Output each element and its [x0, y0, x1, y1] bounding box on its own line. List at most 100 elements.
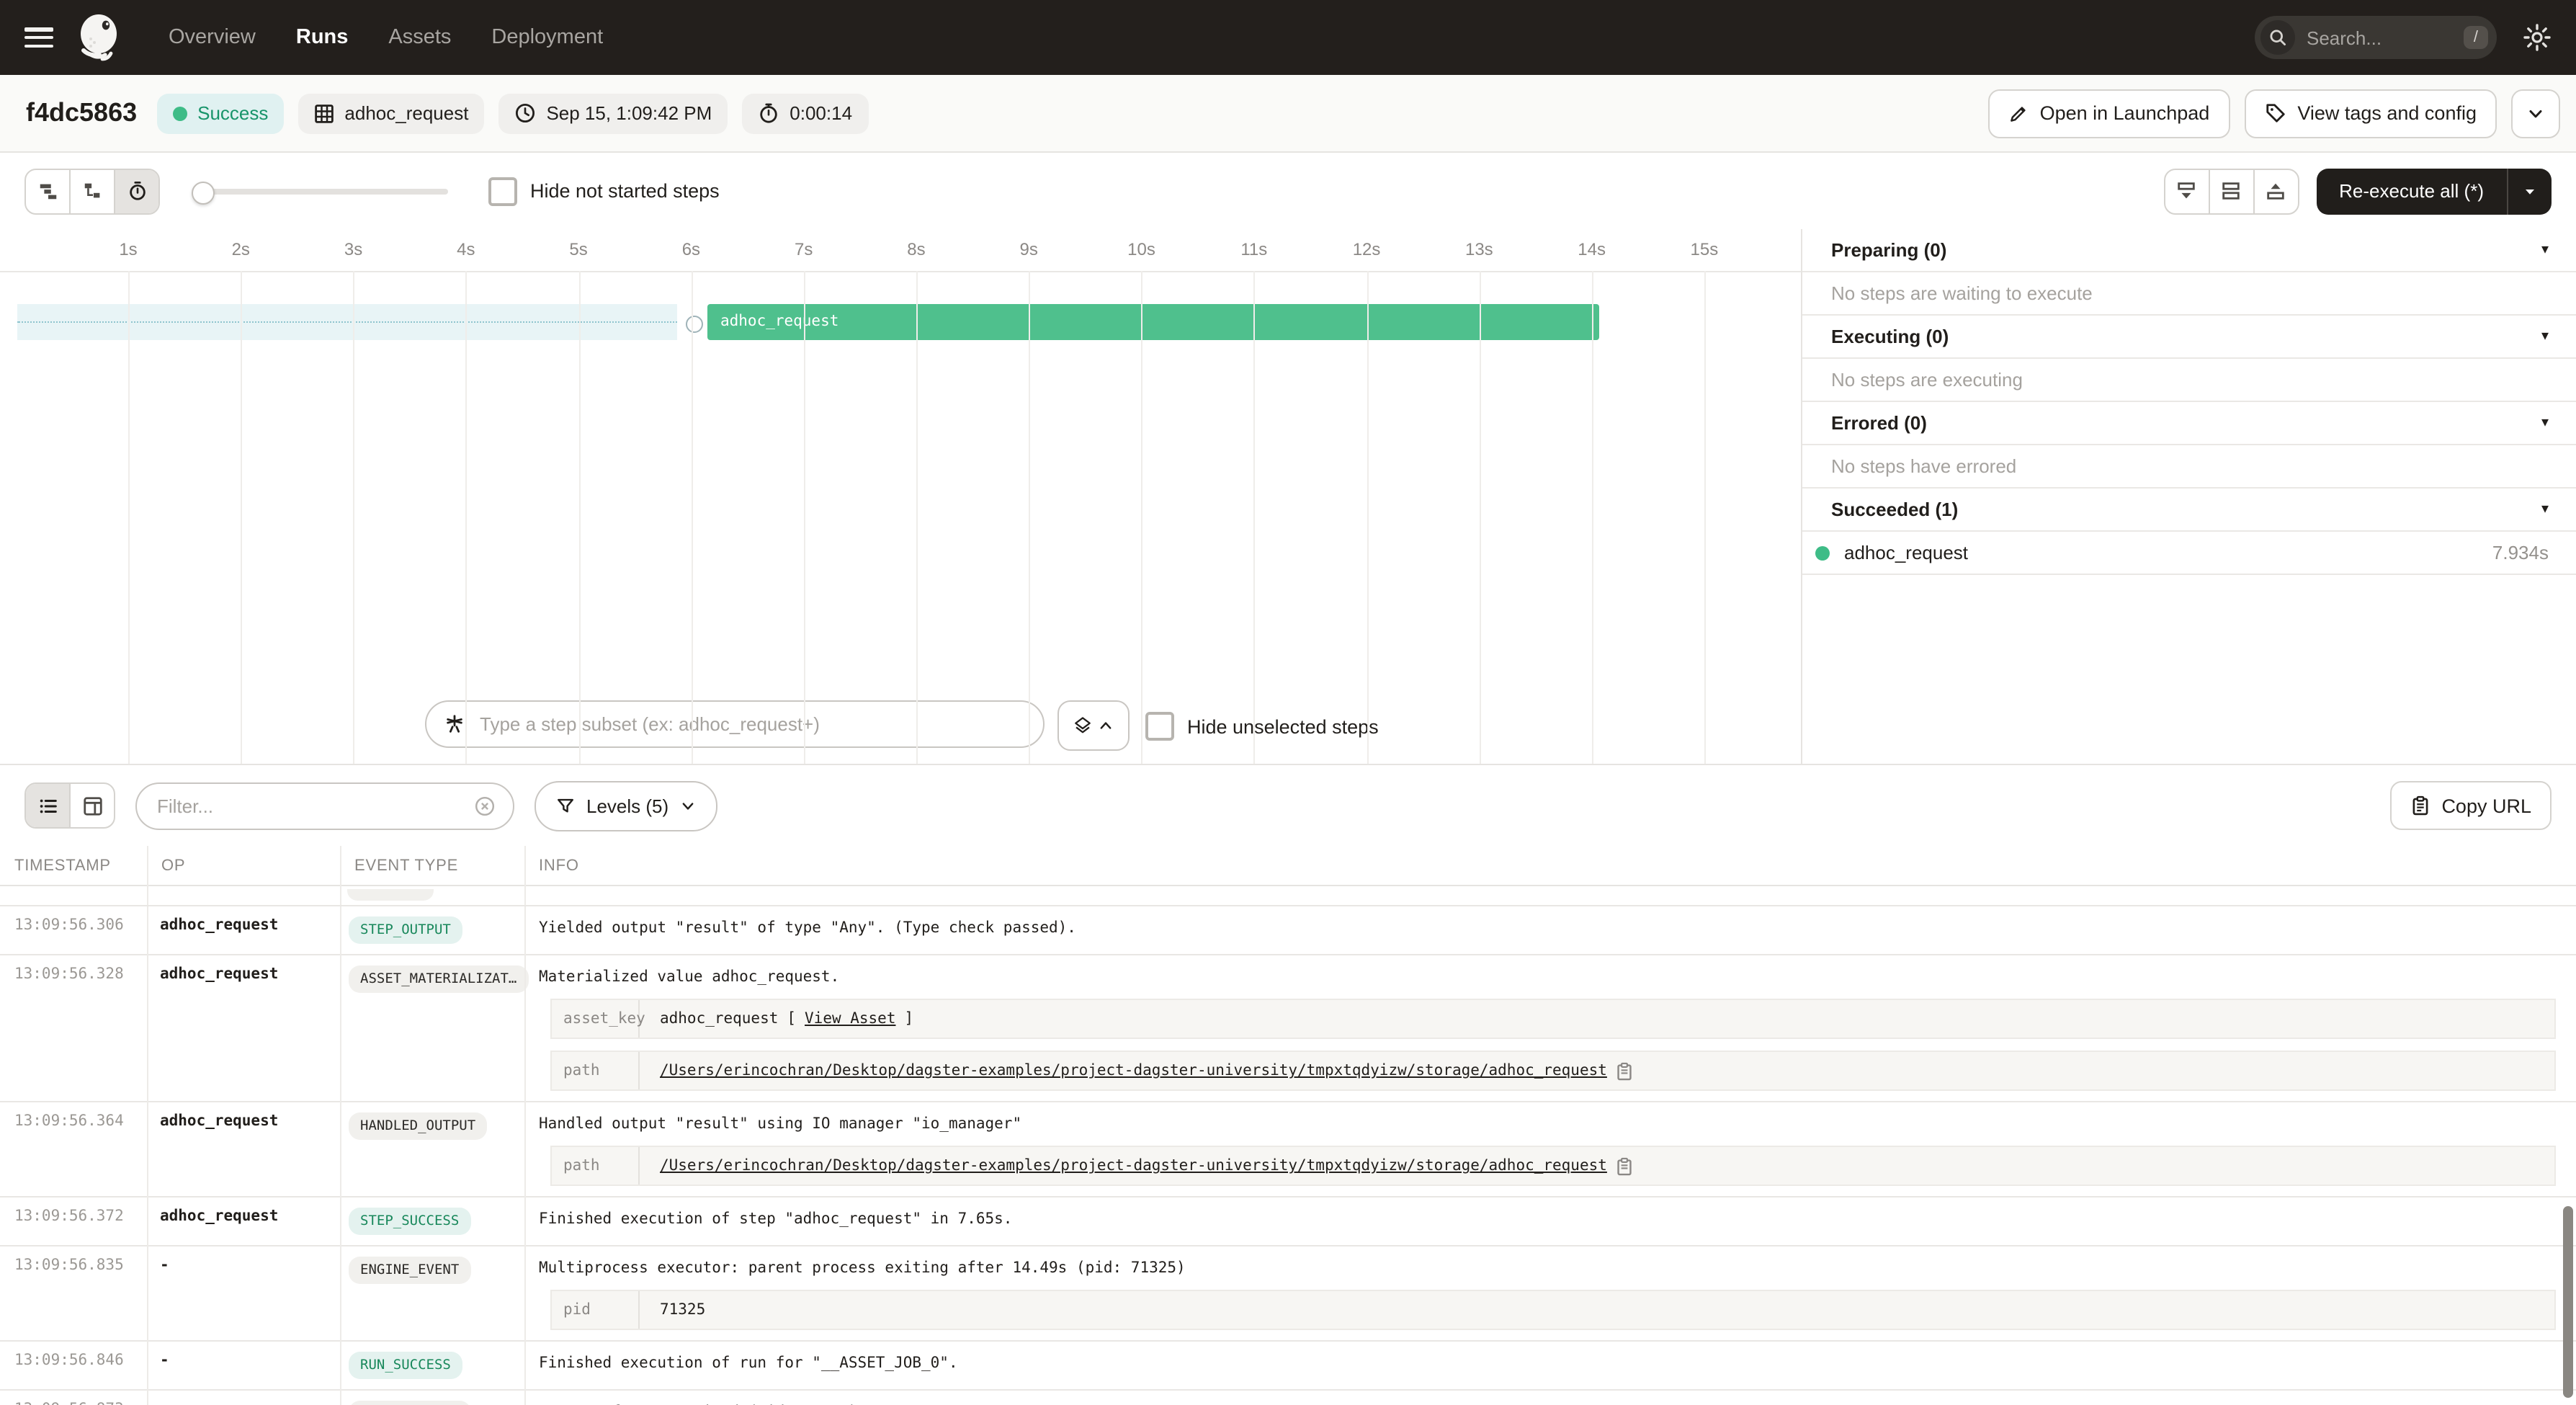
- log-toolbar: Levels (5) Copy URL: [0, 765, 2576, 846]
- copy-path-icon[interactable]: [1616, 1061, 1634, 1080]
- run-header: f4dc5863 Success adhoc_request Sep 15, 1…: [0, 75, 2576, 153]
- chevron-up-icon: [1098, 718, 1114, 733]
- step-status-panel: Preparing (0) ▾ No steps are waiting to ex…: [1801, 229, 2576, 764]
- log-event-type: ASSET_MATERIALIZAT…: [340, 955, 524, 1003]
- nav-item-runs[interactable]: Runs: [296, 26, 349, 49]
- metadata-value-text: adhoc_request: [660, 1010, 778, 1027]
- axis-tick-label: 6s: [682, 239, 700, 259]
- split-panels-button[interactable]: [2209, 169, 2254, 213]
- event-log-table: TIMESTAMPOPEVENT TYPEINFO 13:09:56.306ad…: [0, 846, 2576, 1405]
- step-subset-input-wrap[interactable]: [425, 700, 1045, 748]
- dagster-run-page: Overview Runs Assets Deployment /: [0, 0, 2576, 1405]
- search-input-wrap[interactable]: /: [2255, 16, 2497, 59]
- hide-unselected-checkbox[interactable]: Hide unselected steps: [1145, 712, 1379, 741]
- event-type-badge: STEP_SUCCESS: [349, 1208, 470, 1235]
- status-step-row[interactable]: adhoc_request7.934s: [1802, 532, 2576, 575]
- log-info-text: Finished execution of step "adhoc_reques…: [539, 1208, 2556, 1229]
- log-filter-wrap[interactable]: [135, 782, 514, 829]
- menu-icon[interactable]: [24, 27, 53, 48]
- step-selector-button[interactable]: [1057, 700, 1130, 751]
- levels-dropdown[interactable]: Levels (5): [535, 780, 717, 831]
- log-info: Materialized value adhoc_request.asset_k…: [524, 955, 2576, 1101]
- dagster-logo-icon[interactable]: [73, 12, 125, 63]
- log-op: adhoc_request: [147, 906, 340, 944]
- metadata-path-link[interactable]: /Users/erincochran/Desktop/dagster-examp…: [660, 1062, 1607, 1079]
- log-row: 13:09:56.372adhoc_requestSTEP_SUCCESSFin…: [0, 1197, 2576, 1246]
- axis-gridline: [1367, 271, 1368, 764]
- collapse-panel-up-button[interactable]: [2254, 169, 2297, 213]
- status-section-title: Succeeded (1): [1831, 499, 1958, 520]
- copy-url-button[interactable]: Copy URL: [2389, 781, 2552, 830]
- axis-gridline: [241, 271, 242, 764]
- log-filter-input[interactable]: [154, 793, 474, 818]
- view-tags-config-button[interactable]: View tags and config: [2244, 89, 2497, 138]
- start-time-pill: Sep 15, 1:09:42 PM: [498, 93, 728, 133]
- status-section-title: Executing (0): [1831, 326, 1949, 347]
- axis-gridline: [691, 271, 692, 764]
- gantt-chart: adhoc_request: [0, 229, 1801, 764]
- log-scrollbar-thumb[interactable]: [2563, 1206, 2573, 1398]
- job-pill[interactable]: adhoc_request: [298, 93, 484, 133]
- gantt-flat-view-button[interactable]: [26, 169, 71, 213]
- metadata-key: pid: [552, 1291, 640, 1329]
- status-section-header[interactable]: Executing (0)▾: [1802, 316, 2576, 359]
- step-subset-input[interactable]: [477, 712, 1026, 736]
- nav-item-overview[interactable]: Overview: [169, 26, 256, 49]
- status-dot: [173, 106, 187, 120]
- copy-path-icon[interactable]: [1616, 1156, 1634, 1175]
- gantt-section: adhoc_request: [0, 229, 2576, 765]
- log-timestamp: 13:09:56.372: [0, 1197, 147, 1235]
- nav-item-deployment[interactable]: Deployment: [491, 26, 603, 49]
- metadata-key: path: [552, 1052, 640, 1089]
- log-info: Process for run exited (pid: 71325).: [524, 1391, 2576, 1405]
- metadata-entry: path/Users/erincochran/Desktop/dagster-e…: [550, 1051, 2556, 1091]
- gear-icon[interactable]: [2523, 23, 2552, 52]
- column-divider: [524, 846, 526, 1405]
- gantt-step-bar[interactable]: adhoc_request: [707, 304, 1599, 340]
- clear-filter-icon[interactable]: [474, 795, 496, 816]
- log-info-text: Process for run exited (pid: 71325).: [539, 1401, 2556, 1405]
- axis-gridline: [1479, 271, 1480, 764]
- metadata-key: path: [552, 1147, 640, 1185]
- gantt-zoom-slider[interactable]: [192, 169, 448, 213]
- status-section-header[interactable]: Succeeded (1) ▾: [1802, 489, 2576, 532]
- view-asset-link[interactable]: View Asset: [805, 1010, 895, 1027]
- caret-down-icon: ▾: [2541, 501, 2549, 517]
- status-section-empty: No steps are waiting to execute: [1802, 272, 2576, 316]
- status-section-header[interactable]: Errored (0)▾: [1802, 402, 2576, 445]
- log-info-text: Handled output "result" using IO manager…: [539, 1112, 2556, 1134]
- status-section-header[interactable]: Preparing (0) ▾: [1802, 229, 2576, 272]
- collapse-panel-down-button[interactable]: [2165, 169, 2209, 213]
- log-row: 13:09:56.846-RUN_SUCCESSFinished executi…: [0, 1342, 2576, 1391]
- caret-down-icon: ▾: [2541, 242, 2549, 258]
- open-launchpad-button[interactable]: Open in Launchpad: [1988, 89, 2230, 138]
- step-name: adhoc_request: [1844, 542, 1968, 563]
- metadata-path-link[interactable]: /Users/erincochran/Desktop/dagster-examp…: [660, 1157, 1607, 1174]
- reexecute-menu-button[interactable]: [2507, 168, 2552, 214]
- nav-item-assets[interactable]: Assets: [388, 26, 451, 49]
- metadata-entry: asset_keyadhoc_request[View Asset]: [550, 999, 2556, 1039]
- metadata-value: /Users/erincochran/Desktop/dagster-examp…: [640, 1147, 2554, 1185]
- status-badge: Success: [157, 93, 284, 133]
- log-list-view-button[interactable]: [26, 784, 71, 827]
- slider-handle[interactable]: [192, 181, 215, 204]
- axis-gridline: [804, 271, 805, 764]
- status-section-title: Preparing (0): [1831, 239, 1946, 261]
- event-type-badge: ENGINE_EVENT: [349, 1401, 470, 1405]
- log-info: Multiprocess executor: parent process ex…: [524, 1246, 2576, 1340]
- run-actions-menu-button[interactable]: [2511, 89, 2560, 138]
- log-column-header: TIMESTAMP: [0, 857, 147, 874]
- hide-not-started-checkbox[interactable]: Hide not started steps: [488, 177, 720, 205]
- log-timestamp: 13:09:56.846: [0, 1342, 147, 1379]
- tag-icon: [2264, 102, 2286, 124]
- axis-gridline: [1029, 271, 1030, 764]
- log-structured-view-button[interactable]: [71, 784, 114, 827]
- axis-tick-label: 13s: [1465, 239, 1493, 259]
- reexecute-all-button[interactable]: Re-execute all (*): [2316, 168, 2507, 214]
- search-icon: [2260, 20, 2295, 55]
- search-input[interactable]: [2295, 27, 2464, 48]
- gantt-timed-view-button[interactable]: [115, 169, 158, 213]
- axis-tick-label: 9s: [1020, 239, 1038, 259]
- gantt-waterfall-view-button[interactable]: [71, 169, 115, 213]
- log-op: -: [147, 1246, 340, 1284]
